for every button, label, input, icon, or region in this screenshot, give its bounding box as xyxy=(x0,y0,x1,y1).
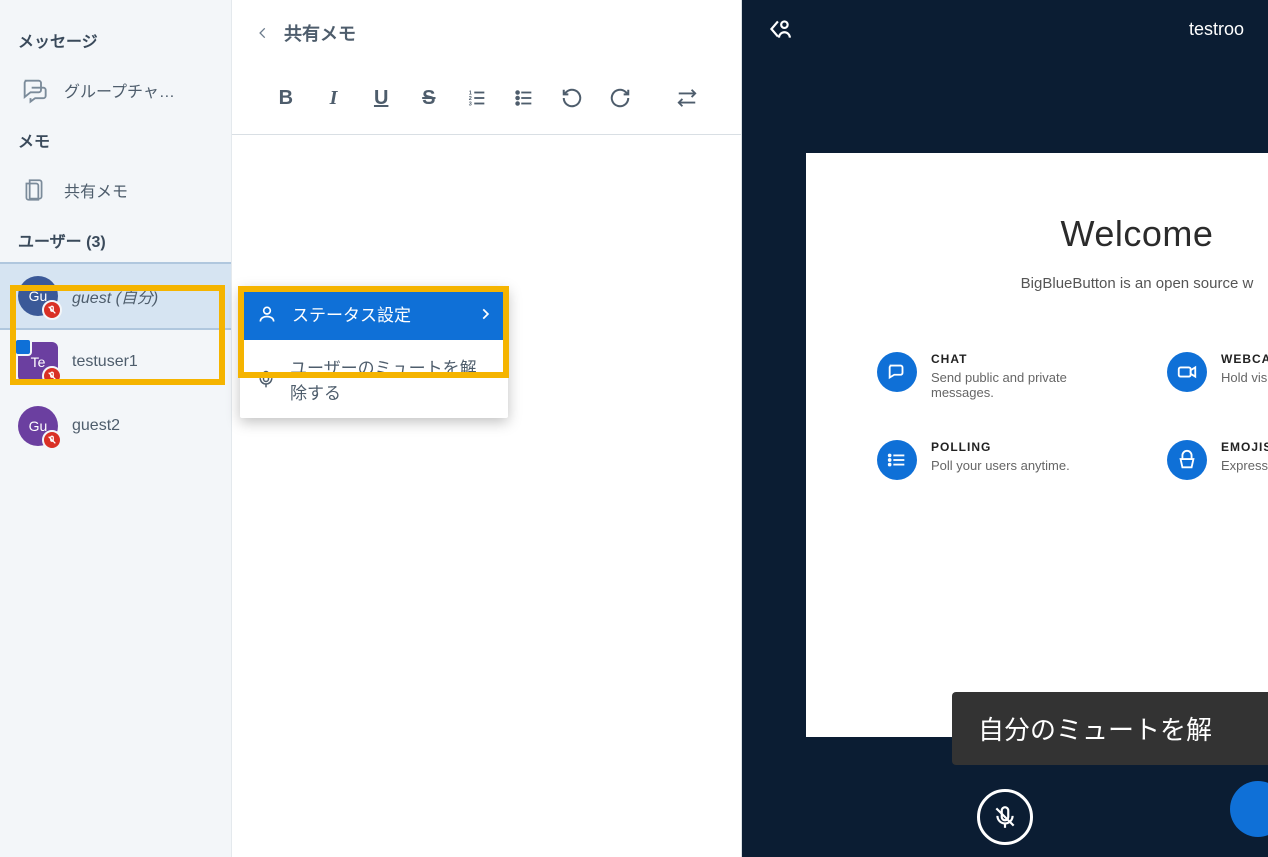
notes-header: メモ xyxy=(0,118,231,162)
user-row[interactable]: Te testuser1 xyxy=(0,330,231,394)
feature-title: POLLING xyxy=(931,440,1070,454)
svg-text:3: 3 xyxy=(468,101,471,107)
swap-button[interactable] xyxy=(673,84,701,112)
hide-users-icon[interactable] xyxy=(766,16,792,42)
set-status-item[interactable]: ステータス設定 xyxy=(240,287,508,340)
feature-icon xyxy=(877,352,917,392)
editor-toolbar: B I U S 123 xyxy=(232,66,741,135)
feature-desc: Send public and private messages. xyxy=(931,370,1107,400)
slide-subtitle: BigBlueButton is an open source w xyxy=(866,275,1268,292)
feature-desc: Hold visual mee xyxy=(1221,370,1268,385)
feature-item: WEBCAMS Hold visual mee xyxy=(1167,352,1268,400)
unmute-tooltip: 自分のミュートを解 xyxy=(952,692,1268,765)
muted-icon xyxy=(42,366,62,386)
feature-icon xyxy=(1167,352,1207,392)
feature-icon xyxy=(877,440,917,480)
controls-bar xyxy=(742,777,1268,857)
user-context-menu: ステータス設定 ユーザーのミュートを解除する xyxy=(240,287,508,418)
user-list: Gu guest (自分) Te testuser1 Gu guest2 xyxy=(0,262,231,458)
muted-icon xyxy=(42,430,62,450)
avatar: Te xyxy=(18,342,58,382)
presentation-area: testroo Welcome BigBlueButton is an open… xyxy=(742,0,1268,857)
set-status-label: ステータス設定 xyxy=(292,301,411,326)
feature-desc: Express yoursel xyxy=(1221,458,1268,473)
undo-button[interactable] xyxy=(558,84,586,112)
back-button[interactable] xyxy=(256,24,270,42)
action-button[interactable] xyxy=(1230,781,1268,837)
feature-title: EMOJIS xyxy=(1221,440,1268,454)
feature-title: WEBCAMS xyxy=(1221,352,1268,366)
bold-button[interactable]: B xyxy=(272,84,300,112)
room-title: testroo xyxy=(1189,19,1244,40)
shared-notes-panel: 共有メモ B I U S 123 xyxy=(232,0,742,857)
ordered-list-button[interactable]: 123 xyxy=(463,84,491,112)
avatar: Gu xyxy=(18,276,58,316)
feature-title: CHAT xyxy=(931,352,1107,366)
avatar: Gu xyxy=(18,406,58,446)
feature-desc: Poll your users anytime. xyxy=(931,458,1070,473)
group-chat-label: グループチャ… xyxy=(64,78,175,102)
redo-button[interactable] xyxy=(606,84,634,112)
user-row[interactable]: Gu guest2 xyxy=(0,394,231,458)
user-name: guest (自分) xyxy=(72,284,158,308)
mute-toggle-button[interactable] xyxy=(977,789,1033,845)
feature-grid: CHAT Send public and private messages. WEB… xyxy=(877,352,1268,480)
user-name: guest2 xyxy=(72,417,120,435)
notes-title: 共有メモ xyxy=(284,20,356,46)
feature-item: POLLING Poll your users anytime. xyxy=(877,440,1107,480)
mic-icon xyxy=(256,369,276,389)
chevron-right-icon xyxy=(478,307,492,321)
strikethrough-button[interactable]: S xyxy=(415,84,443,112)
muted-icon xyxy=(42,300,62,320)
notes-icon xyxy=(18,174,50,206)
user-row[interactable]: Gu guest (自分) xyxy=(0,262,231,330)
feature-item: EMOJIS Express yoursel xyxy=(1167,440,1268,480)
users-header: ユーザー (3) xyxy=(0,218,231,262)
person-icon xyxy=(256,304,278,324)
feature-item: CHAT Send public and private messages. xyxy=(877,352,1107,400)
notes-panel-header: 共有メモ xyxy=(232,0,741,66)
slide-heading: Welcome xyxy=(866,213,1268,255)
group-chat-item[interactable]: グループチャ… xyxy=(0,62,231,118)
sidebar: メッセージ グループチャ… メモ 共有メモ ユーザー (3) Gu guest (… xyxy=(0,0,232,857)
italic-button[interactable]: I xyxy=(320,84,348,112)
presentation-slide: Welcome BigBlueButton is an open source … xyxy=(806,153,1268,737)
chat-icon xyxy=(18,74,50,106)
unordered-list-button[interactable] xyxy=(510,84,538,112)
presenter-icon xyxy=(14,338,32,356)
messages-header: メッセージ xyxy=(0,18,231,62)
feature-icon xyxy=(1167,440,1207,480)
underline-button[interactable]: U xyxy=(367,84,395,112)
shared-notes-item[interactable]: 共有メモ xyxy=(0,162,231,218)
unmute-user-label: ユーザーのミュートを解除する xyxy=(290,354,492,404)
shared-notes-label: 共有メモ xyxy=(64,178,128,202)
user-name: testuser1 xyxy=(72,353,138,371)
unmute-user-item[interactable]: ユーザーのミュートを解除する xyxy=(240,340,508,418)
